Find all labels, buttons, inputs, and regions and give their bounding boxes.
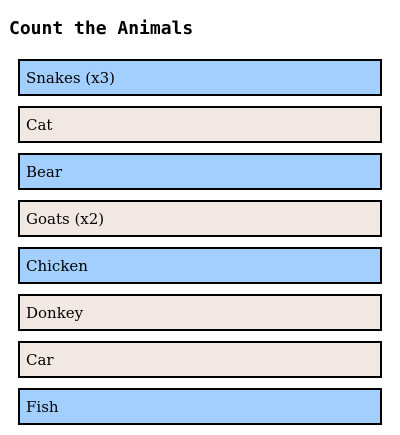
page-title: Count the Animals <box>9 18 194 39</box>
list-item-bear[interactable]: Bear <box>18 153 382 190</box>
list-item-cat[interactable]: Cat <box>18 106 382 143</box>
list-item-car[interactable]: Car <box>18 341 382 378</box>
list-item-label: Bear <box>26 162 63 181</box>
list-item-donkey[interactable]: Donkey <box>18 294 382 331</box>
list-item-fish[interactable]: Fish <box>18 388 382 425</box>
list-item-goats[interactable]: Goats (x2) <box>18 200 382 237</box>
list-item-label: Chicken <box>26 256 88 275</box>
list-item-label: Snakes (x3) <box>26 68 116 87</box>
page: Count the Animals Snakes (x3) Cat Bear G… <box>0 0 400 435</box>
list-item-chicken[interactable]: Chicken <box>18 247 382 284</box>
list-item-label: Goats (x2) <box>26 209 105 228</box>
list-item-label: Cat <box>26 115 53 134</box>
list-item-label: Fish <box>26 397 59 416</box>
list-item-label: Car <box>26 350 54 369</box>
list-item-label: Donkey <box>26 303 84 322</box>
list-item-snakes[interactable]: Snakes (x3) <box>18 59 382 96</box>
animal-list: Snakes (x3) Cat Bear Goats (x2) Chicken … <box>18 59 382 425</box>
